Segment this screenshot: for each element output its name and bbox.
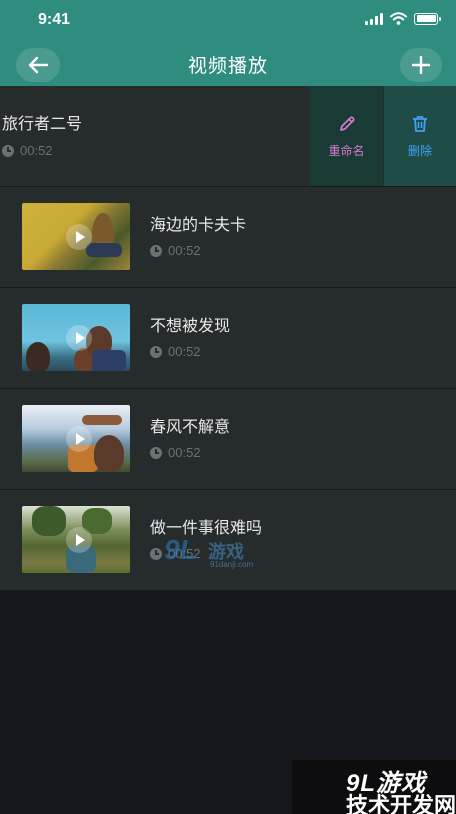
play-icon[interactable] (66, 325, 92, 351)
video-title: 不想被发现 (150, 316, 231, 335)
play-icon[interactable] (66, 224, 92, 250)
video-list: 旅行者二号 00:52 重命名 删除 海边的卡夫卡 00:52 不想被发现 00… (0, 86, 456, 591)
video-thumbnail[interactable] (22, 203, 130, 270)
watermark-url: 91danji.com (210, 560, 254, 569)
play-icon[interactable] (66, 527, 92, 553)
duration-text: 00:52 (168, 344, 201, 359)
video-thumbnail[interactable] (22, 304, 130, 371)
video-duration: 00:52 (2, 143, 53, 158)
clock-icon (2, 144, 14, 157)
status-bar: 9:41 (0, 0, 456, 40)
trash-icon (413, 115, 427, 132)
duration-text: 00:52 (20, 143, 53, 158)
plus-icon (412, 56, 430, 74)
list-item[interactable]: 海边的卡夫卡 00:52 (0, 187, 456, 288)
rename-button[interactable]: 重命名 (310, 86, 383, 186)
pencil-icon (339, 115, 355, 131)
clock-icon (150, 547, 162, 560)
list-item-content[interactable]: 旅行者二号 00:52 (0, 86, 310, 186)
video-title: 海边的卡夫卡 (150, 215, 247, 234)
page-title: 视频播放 (187, 55, 268, 77)
play-icon[interactable] (66, 426, 92, 452)
duration-text: 00:52 (168, 445, 201, 460)
duration-text: 00:52 (168, 243, 201, 258)
watermark-logo-mark: 9L (164, 534, 197, 565)
watermark-corner-bottom: 技术开发网 (346, 794, 456, 814)
status-icons (365, 12, 441, 25)
video-thumbnail[interactable] (22, 506, 130, 573)
video-title: 旅行者二号 (2, 114, 83, 133)
status-time: 9:41 (38, 11, 71, 28)
video-duration: 00:52 (150, 243, 201, 258)
video-title: 春风不解意 (150, 417, 231, 436)
watermark-logo: 9L 游戏 91danji.com (164, 534, 284, 574)
list-item-swiped[interactable]: 旅行者二号 00:52 重命名 删除 (0, 86, 456, 187)
add-button[interactable] (400, 48, 442, 82)
watermark-corner: 9L游戏 技术开发网 (292, 760, 456, 814)
list-item[interactable]: 不想被发现 00:52 (0, 288, 456, 389)
clock-icon (150, 244, 162, 257)
rename-label: 重命名 (328, 143, 365, 158)
header: 视频播放 (0, 40, 456, 86)
signal-icon (365, 12, 383, 25)
delete-label: 删除 (407, 143, 432, 158)
wifi-icon (390, 12, 407, 25)
delete-button[interactable]: 删除 (384, 86, 456, 186)
battery-icon (414, 12, 441, 25)
video-duration: 00:52 (150, 344, 201, 359)
video-thumbnail[interactable] (22, 405, 130, 472)
clock-icon (150, 345, 162, 358)
video-duration: 00:52 (150, 445, 201, 460)
clock-icon (150, 446, 162, 459)
list-item[interactable]: 春风不解意 00:52 (0, 389, 456, 490)
